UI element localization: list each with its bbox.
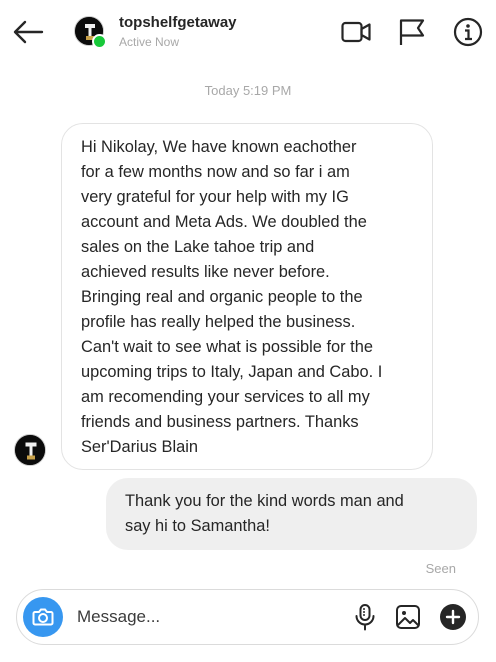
online-status-dot — [92, 34, 107, 49]
incoming-message-text: Hi Nikolay, We have known eachother for … — [81, 138, 383, 456]
camera-icon[interactable] — [23, 597, 63, 637]
image-icon[interactable] — [394, 602, 424, 632]
microphone-icon[interactable] — [350, 602, 380, 632]
message-composer — [16, 589, 479, 645]
message-timestamp: Today 5:19 PM — [204, 83, 292, 98]
seen-indicator: Seen — [425, 561, 456, 576]
info-icon[interactable] — [453, 17, 483, 47]
chat-header: topshelfgetaway Active Now — [0, 0, 496, 62]
video-call-icon[interactable] — [341, 17, 371, 47]
message-input[interactable] — [77, 602, 347, 632]
incoming-message-bubble[interactable]: Hi Nikolay, We have known eachother for … — [61, 123, 433, 470]
active-status: Active Now — [119, 35, 180, 49]
plus-circle-icon[interactable] — [438, 602, 468, 632]
chat-username[interactable]: topshelfgetaway — [119, 14, 237, 31]
outgoing-message-bubble[interactable]: Thank you for the kind words man and say… — [106, 478, 477, 550]
back-arrow-icon[interactable] — [10, 14, 46, 50]
flag-icon[interactable] — [397, 17, 427, 47]
outgoing-message-text: Thank you for the kind words man and say… — [125, 492, 404, 535]
sender-avatar[interactable] — [14, 434, 46, 466]
